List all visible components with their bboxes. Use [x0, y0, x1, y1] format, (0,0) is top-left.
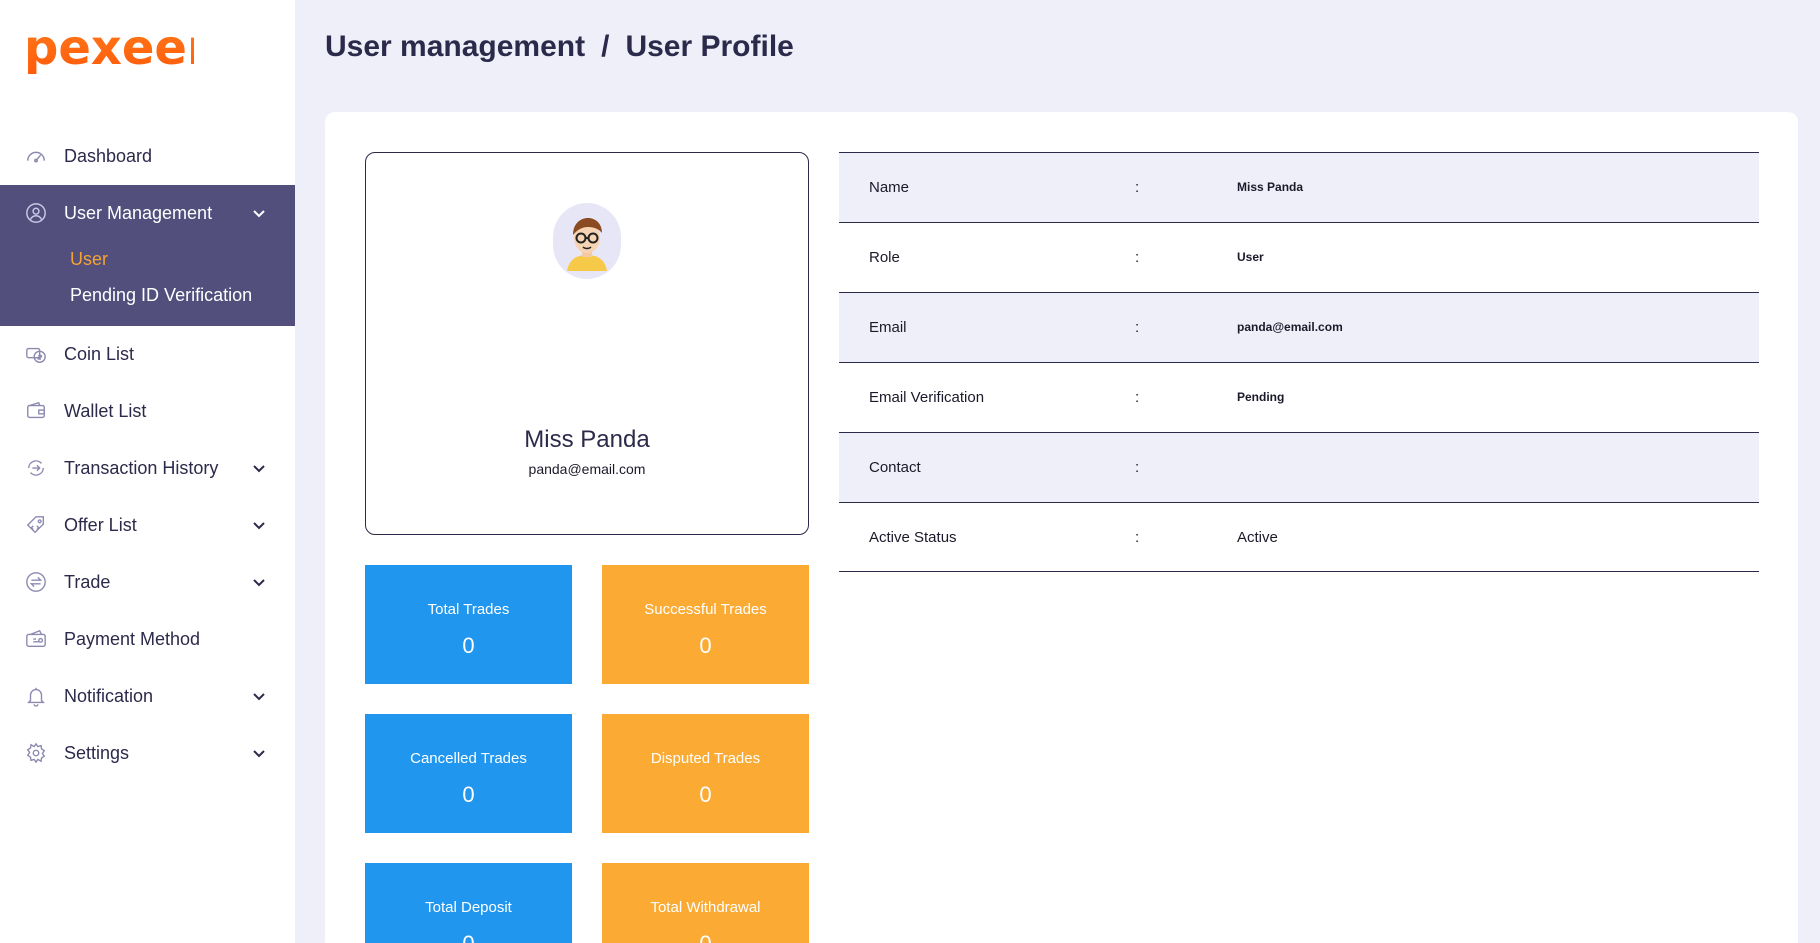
info-key: Email [869, 319, 907, 336]
wallet-icon [24, 399, 48, 423]
sidebar-item-wallet-list[interactable]: Wallet List [0, 383, 295, 439]
sidebar-item-settings[interactable]: Settings [0, 725, 295, 781]
stat-value: 0 [365, 931, 572, 943]
sidebar-subitem-user[interactable]: User [70, 249, 108, 270]
info-key: Active Status [869, 529, 957, 546]
profile-card: Miss Panda panda@email.com [365, 152, 809, 535]
info-key: Name [869, 179, 910, 196]
stat-label: Cancelled Trades [410, 750, 527, 767]
coin-icon [24, 342, 48, 366]
chevron-down-icon[interactable] [250, 744, 268, 762]
sidebar-item-label: Trade [64, 571, 111, 592]
gauge-icon [24, 144, 48, 168]
profile-name: Miss Panda [524, 426, 650, 453]
info-value: panda@email.com [1237, 320, 1343, 334]
info-separator: : [1135, 179, 1140, 196]
table-row: Email : panda@email.com [839, 292, 1759, 362]
chevron-down-icon[interactable] [250, 573, 268, 591]
exchange-icon [24, 570, 48, 594]
profile-email: panda@email.com [528, 461, 646, 477]
avatar [553, 203, 621, 279]
transaction-icon [24, 456, 48, 480]
breadcrumb: User management / User Profile [325, 30, 794, 64]
stat-total-trades: Total Trades 0 [365, 565, 572, 684]
sidebar-item-user-management[interactable]: User Management [0, 185, 295, 241]
sidebar: pexeer Dashboard User Management User Pe… [0, 0, 295, 943]
info-separator: : [1135, 249, 1140, 266]
avatar-icon [567, 218, 607, 271]
stat-cancelled-trades: Cancelled Trades 0 [365, 714, 572, 833]
stat-value: 0 [462, 633, 475, 658]
chevron-down-icon[interactable] [250, 204, 268, 222]
sidebar-item-label: Notification [64, 685, 154, 706]
info-key: Contact [869, 459, 921, 476]
info-value: Active [1237, 529, 1278, 546]
breadcrumb-separator: / [601, 30, 610, 63]
info-separator: : [1135, 389, 1140, 406]
sidebar-item-label: Dashboard [64, 145, 153, 166]
user-info-table: Name : Miss Panda Role : User Email : pa… [839, 152, 1759, 572]
sidebar-item-label: Offer List [64, 514, 137, 535]
stat-successful-trades: Successful Trades 0 [602, 565, 809, 684]
sidebar-item-coin-list[interactable]: Coin List [0, 326, 295, 382]
stat-value: 0 [699, 782, 712, 807]
sidebar-item-label: Settings [64, 742, 130, 763]
stat-disputed-trades: Disputed Trades 0 [602, 714, 809, 833]
payment-icon [24, 627, 48, 651]
sidebar-item-transaction-history[interactable]: Transaction History [0, 440, 295, 496]
info-value: Pending [1237, 390, 1285, 404]
table-row: Contact : [839, 432, 1759, 502]
stat-label: Disputed Trades [650, 750, 761, 767]
stat-total-deposit: Total Deposit 0 [365, 863, 572, 943]
table-row: Email Verification : Pending [839, 362, 1759, 432]
info-separator: : [1135, 319, 1140, 336]
logo-text: pexeer [24, 20, 194, 76]
chevron-down-icon[interactable] [250, 516, 268, 534]
info-value: User [1237, 250, 1264, 264]
table-row: Active Status : Active [839, 502, 1759, 572]
gear-icon [24, 741, 48, 765]
sidebar-item-label: Payment Method [64, 628, 201, 649]
stat-label: Total Deposit [425, 899, 512, 916]
sidebar-group-user-management: User Management User Pending ID Verifica… [0, 185, 295, 326]
bell-icon [24, 684, 48, 708]
sidebar-item-label: Transaction History [64, 457, 219, 478]
info-separator: : [1135, 529, 1140, 546]
user-circle-icon [24, 201, 48, 225]
sidebar-item-label: Wallet List [64, 400, 147, 421]
breadcrumb-parent[interactable]: User management [325, 30, 585, 63]
table-row: Role : User [839, 222, 1759, 292]
sidebar-item-label: Coin List [64, 343, 135, 364]
info-separator: : [1135, 459, 1140, 476]
sidebar-item-dashboard[interactable]: Dashboard [0, 128, 295, 184]
stat-total-withdrawal: Total Withdrawal 0 [602, 863, 809, 943]
sidebar-item-trade[interactable]: Trade [0, 554, 295, 610]
chevron-down-icon[interactable] [250, 687, 268, 705]
breadcrumb-current: User Profile [625, 30, 794, 63]
stat-value: 0 [699, 633, 712, 658]
stat-value: 0 [462, 782, 475, 807]
table-row: Name : Miss Panda [839, 152, 1759, 222]
info-key: Email Verification [869, 389, 985, 406]
info-key: Role [869, 249, 900, 266]
info-value: Miss Panda [1237, 180, 1304, 194]
sidebar-subitem-pending-id-verification[interactable]: Pending ID Verification [70, 285, 252, 306]
sidebar-item-label: User Management [64, 202, 213, 223]
stat-label: Total Withdrawal [650, 899, 761, 916]
sidebar-item-payment-method[interactable]: Payment Method [0, 611, 295, 667]
pexeer-logo[interactable]: pexeer [24, 14, 194, 84]
offer-tag-icon [24, 513, 48, 537]
sidebar-item-offer-list[interactable]: Offer List [0, 497, 295, 553]
stat-label: Total Trades [427, 601, 510, 618]
stat-label: Successful Trades [644, 601, 767, 618]
stat-value: 0 [602, 931, 809, 943]
sidebar-item-notification[interactable]: Notification [0, 668, 295, 724]
chevron-down-icon[interactable] [250, 459, 268, 477]
